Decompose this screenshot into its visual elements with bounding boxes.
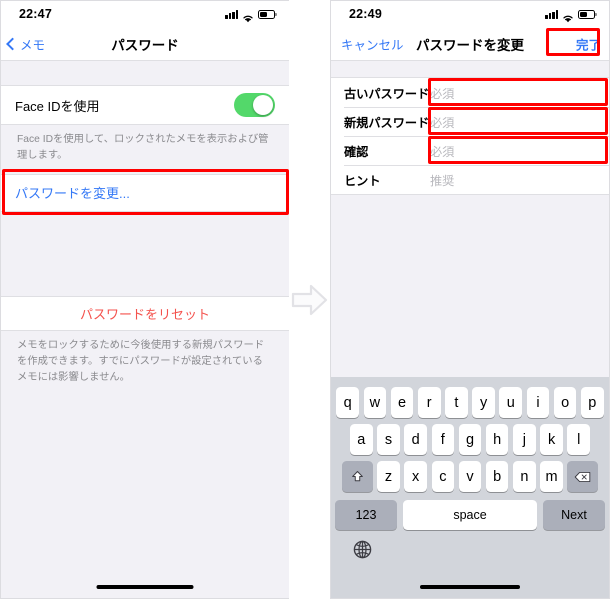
status-time-right: 22:49 xyxy=(349,7,382,21)
left-nav-bar: メモ パスワード xyxy=(1,27,289,61)
back-button[interactable]: メモ xyxy=(6,34,46,53)
reset-footnote: メモをロックするために今後使用する新規パスワードを作成できます。すでにパスワード… xyxy=(1,330,289,396)
faceid-toggle[interactable] xyxy=(234,93,275,117)
key-l[interactable]: l xyxy=(567,424,591,455)
key-p[interactable]: p xyxy=(581,387,604,418)
key-m[interactable]: m xyxy=(540,461,563,492)
form-input-hint[interactable]: 推奨 xyxy=(430,171,454,189)
arrow-right-icon xyxy=(291,284,327,315)
keyboard-row-1: q w e r t y u i o p xyxy=(331,377,609,418)
key-d[interactable]: d xyxy=(404,424,427,455)
home-indicator-right xyxy=(420,585,520,589)
screenshot-stage: 22:47 メモ パスワード Face IDを使用 Face IDを使用して、ロ… xyxy=(0,0,610,599)
key-k[interactable]: k xyxy=(540,424,563,455)
form-input-confirm[interactable]: 必須 xyxy=(430,142,454,160)
globe-language-icon xyxy=(353,540,372,559)
status-icons-right xyxy=(545,9,597,22)
key-r[interactable]: r xyxy=(417,387,441,418)
shift-key[interactable] xyxy=(341,461,373,492)
key-v[interactable]: v xyxy=(458,461,482,492)
globe-language-key[interactable] xyxy=(353,540,372,564)
battery-icon xyxy=(258,9,277,19)
form-row-hint[interactable]: ヒント 推奨 xyxy=(331,165,609,194)
form-label-confirm: 確認 xyxy=(344,144,369,159)
return-next-key[interactable]: Next xyxy=(543,500,605,530)
toggle-knob xyxy=(252,94,274,116)
change-password-label: パスワードを変更... xyxy=(15,186,130,202)
status-time: 22:47 xyxy=(19,7,52,21)
status-icons xyxy=(225,9,277,22)
form-input-old-password[interactable]: 必須 xyxy=(430,84,454,102)
key-j[interactable]: j xyxy=(513,424,536,455)
delete-key[interactable] xyxy=(567,461,599,492)
faceid-label: Face IDを使用 xyxy=(15,98,100,114)
keyboard-row-5 xyxy=(331,530,609,564)
key-o[interactable]: o xyxy=(553,387,577,418)
keyboard-row-2: a s d f g h j k l xyxy=(331,418,609,455)
right-nav-bar: キャンセル パスワードを変更 完了 xyxy=(331,27,609,61)
software-keyboard: q w e r t y u i o p a s d f g h j k l z … xyxy=(331,377,609,598)
keyboard-row-4: 123 space Next xyxy=(331,492,609,530)
password-form-group: 古いパスワード 必須 新規パスワード 必須 確認 必須 ヒント 推奨 xyxy=(331,77,609,195)
section-gap-middle xyxy=(1,211,289,296)
key-h[interactable]: h xyxy=(485,424,509,455)
key-g[interactable]: g xyxy=(458,424,482,455)
page-title: パスワード xyxy=(111,37,179,53)
home-indicator xyxy=(96,585,194,589)
form-row-confirm[interactable]: 確認 必須 xyxy=(331,136,609,165)
numeric-key[interactable]: 123 xyxy=(335,500,397,530)
transition-arrow-area xyxy=(289,0,330,599)
space-key[interactable]: space xyxy=(403,500,537,530)
battery-icon xyxy=(578,9,597,19)
wifi-icon xyxy=(242,10,254,22)
key-f[interactable]: f xyxy=(431,424,455,455)
keyboard-row-3: z x c v b n m xyxy=(331,455,609,492)
faceid-footnote: Face IDを使用して、ロックされたメモを表示および管理します。 xyxy=(1,125,289,174)
done-button[interactable]: 完了 xyxy=(576,34,601,53)
backspace-delete-icon xyxy=(575,471,591,482)
form-label-new-password: 新規パスワード xyxy=(344,115,430,130)
wifi-icon xyxy=(562,10,574,22)
reset-password-row[interactable]: パスワードをリセット xyxy=(1,295,289,331)
key-n[interactable]: n xyxy=(513,461,536,492)
back-button-label: メモ xyxy=(20,38,46,52)
modal-title: パスワードを変更 xyxy=(416,37,524,53)
key-e[interactable]: e xyxy=(390,387,414,418)
key-w[interactable]: w xyxy=(363,387,387,418)
key-u[interactable]: u xyxy=(499,387,523,418)
left-status-bar: 22:47 xyxy=(1,1,289,27)
cellular-bars-icon xyxy=(225,9,238,19)
form-label-old-password: 古いパスワード xyxy=(344,86,430,101)
chevron-left-icon xyxy=(6,37,19,50)
right-phone-panel: 22:49 キャンセル パスワードを変更 完了 古いパスワード 必須 新規パスワ… xyxy=(330,0,610,599)
form-gap-top xyxy=(331,61,609,77)
key-c[interactable]: c xyxy=(431,461,455,492)
key-t[interactable]: t xyxy=(445,387,468,418)
cancel-button[interactable]: キャンセル xyxy=(341,34,404,53)
form-label-hint: ヒント xyxy=(344,173,381,188)
shift-up-arrow-icon xyxy=(351,470,363,482)
left-phone-panel: 22:47 メモ パスワード Face IDを使用 Face IDを使用して、ロ… xyxy=(0,0,290,599)
reset-password-label: パスワードをリセット xyxy=(79,306,210,322)
key-y[interactable]: y xyxy=(472,387,495,418)
cellular-bars-icon xyxy=(545,9,558,19)
change-password-row[interactable]: パスワードを変更... xyxy=(1,173,289,212)
key-x[interactable]: x xyxy=(404,461,427,492)
form-input-new-password[interactable]: 必須 xyxy=(430,113,454,131)
key-z[interactable]: z xyxy=(377,461,400,492)
key-i[interactable]: i xyxy=(526,387,550,418)
right-status-bar: 22:49 xyxy=(331,1,609,27)
key-s[interactable]: s xyxy=(377,424,400,455)
key-b[interactable]: b xyxy=(485,461,509,492)
key-a[interactable]: a xyxy=(349,424,373,455)
key-q[interactable]: q xyxy=(336,387,359,418)
section-gap-top xyxy=(1,61,289,85)
form-row-old-password[interactable]: 古いパスワード 必須 xyxy=(331,78,609,107)
form-row-new-password[interactable]: 新規パスワード 必須 xyxy=(331,107,609,136)
faceid-row[interactable]: Face IDを使用 xyxy=(1,85,289,125)
